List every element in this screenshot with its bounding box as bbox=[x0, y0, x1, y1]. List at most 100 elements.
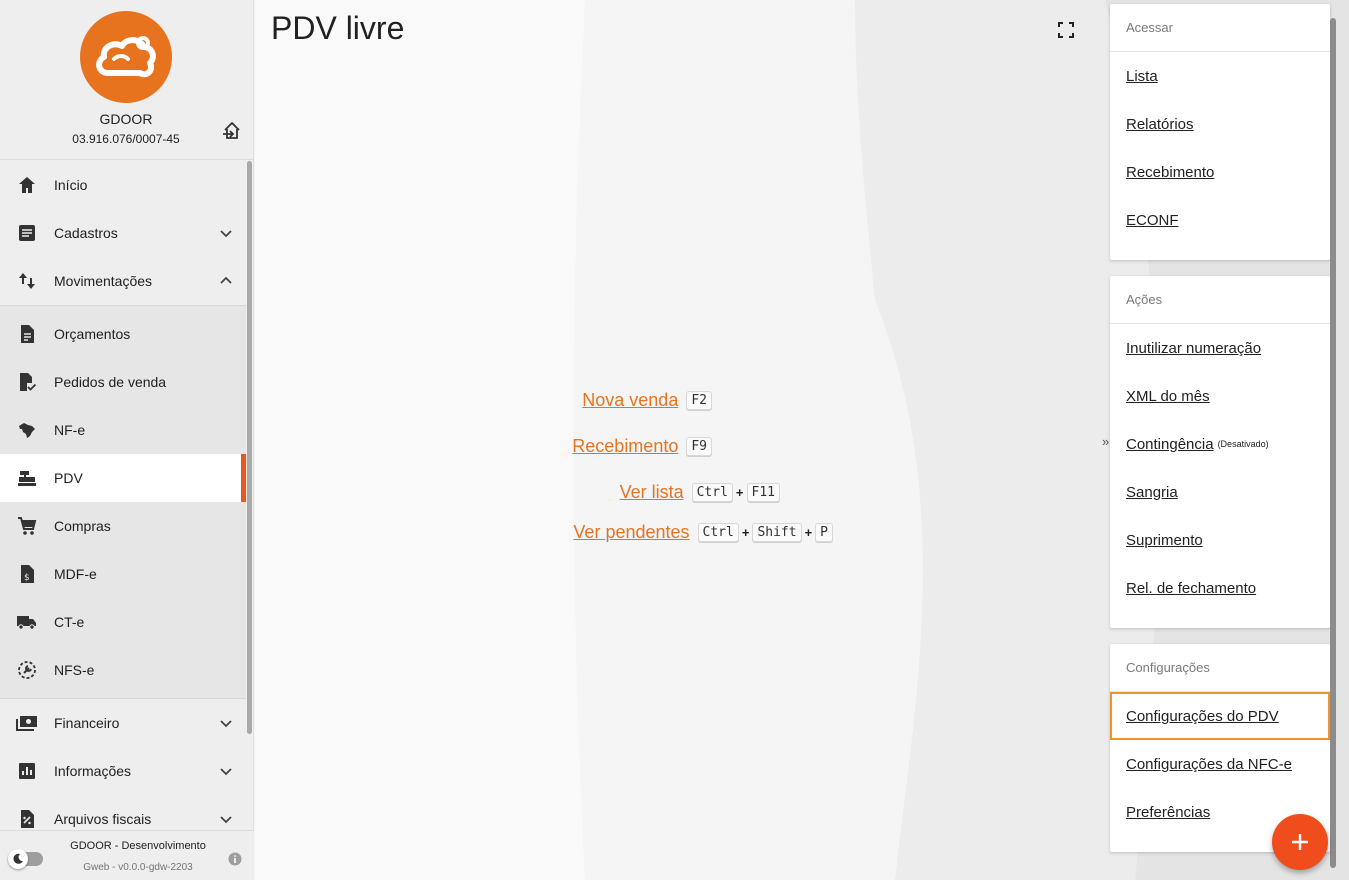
shortcut-ver-lista: Ver lista Ctrl + F11 bbox=[255, 482, 780, 503]
shortcut-nova-venda: Nova venda F2 bbox=[255, 390, 712, 411]
kbd-key: F2 bbox=[686, 391, 712, 410]
swap-vertical-icon bbox=[16, 270, 38, 292]
kbd-key: F9 bbox=[686, 437, 712, 456]
menu-item-rel-fechamento[interactable]: Rel. de fechamento bbox=[1110, 564, 1330, 612]
ver-lista-link[interactable]: Ver lista bbox=[620, 482, 684, 503]
sidebar-item-pdv[interactable]: PDV bbox=[0, 454, 246, 502]
kbd-key: P bbox=[815, 523, 833, 542]
sidebar-item-cadastros[interactable]: Cadastros bbox=[0, 209, 246, 257]
document-icon bbox=[16, 323, 38, 345]
sidebar-item-movimentacoes[interactable]: Movimentações bbox=[0, 257, 246, 305]
sidebar-item-orcamentos[interactable]: Orçamentos bbox=[0, 310, 246, 358]
brazil-map-icon bbox=[16, 419, 38, 441]
home-icon bbox=[16, 174, 38, 196]
menu-item-xml-do-mes[interactable]: XML do mês bbox=[1110, 372, 1330, 420]
sidebar-item-label: CT-e bbox=[54, 614, 85, 630]
menu-item-recebimento[interactable]: Recebimento bbox=[1110, 148, 1330, 196]
panel-header: Ações bbox=[1110, 276, 1330, 324]
sidebar-item-arquivos-fiscais[interactable]: Arquivos fiscais bbox=[0, 795, 246, 829]
menu-item-econf[interactable]: ECONF bbox=[1110, 196, 1330, 244]
fiscal-file-icon bbox=[16, 808, 38, 829]
bar-chart-icon bbox=[16, 760, 38, 782]
sidebar-item-compras[interactable]: Compras bbox=[0, 502, 246, 550]
sidebar-item-label: Início bbox=[54, 177, 88, 193]
list-box-icon bbox=[16, 222, 38, 244]
cash-icon bbox=[16, 712, 38, 734]
panel-scrollbar[interactable] bbox=[1330, 18, 1336, 868]
kbd-key: F11 bbox=[746, 483, 780, 502]
chevron-down-icon bbox=[220, 816, 232, 824]
company-name: GDOOR bbox=[99, 111, 153, 127]
switch-company-icon[interactable] bbox=[221, 120, 243, 142]
menu-item-relatorios[interactable]: Relatórios bbox=[1110, 100, 1330, 148]
plus-separator: + bbox=[804, 525, 813, 540]
nova-venda-link[interactable]: Nova venda bbox=[582, 390, 678, 411]
sidebar-item-mdfe[interactable]: $ MDF-e bbox=[0, 550, 246, 598]
sidebar-item-cte[interactable]: CT-e bbox=[0, 598, 246, 646]
menu-item-configuracoes-nfce[interactable]: Configurações da NFC-e bbox=[1110, 740, 1330, 788]
sidebar-item-label: Orçamentos bbox=[54, 326, 131, 342]
sidebar-item-pedidos-de-venda[interactable]: Pedidos de venda bbox=[0, 358, 246, 406]
menu-item-lista[interactable]: Lista bbox=[1110, 52, 1330, 100]
document-check-icon bbox=[16, 371, 38, 393]
document-dollar-icon: $ bbox=[16, 563, 38, 585]
moon-icon bbox=[8, 849, 28, 869]
sidebar-item-nfe[interactable]: NF-e bbox=[0, 406, 246, 454]
sidebar-item-financeiro[interactable]: Financeiro bbox=[0, 699, 246, 747]
sidebar-item-label: NFS-e bbox=[54, 662, 95, 678]
menu-item-suprimento[interactable]: Suprimento bbox=[1110, 516, 1330, 564]
sidebar-item-label: MDF-e bbox=[54, 566, 97, 582]
panel-header: Configurações bbox=[1110, 644, 1330, 692]
sidebar-item-label: Cadastros bbox=[54, 225, 118, 241]
collapse-panel-icon[interactable]: » bbox=[1102, 434, 1109, 449]
plus-icon bbox=[1292, 834, 1308, 850]
cash-register-icon bbox=[16, 467, 38, 489]
sidebar-nav: Início Cadastros Movimentações Orçamento… bbox=[0, 161, 246, 829]
gdoor-logo bbox=[80, 11, 172, 103]
shortcut-ver-pendentes: Ver pendentes Ctrl + Shift + P bbox=[255, 522, 833, 543]
sidebar-item-label: PDV bbox=[54, 470, 83, 486]
menu-item-contingencia[interactable]: Contingência (Desativado) bbox=[1110, 420, 1330, 468]
sidebar: GDOOR 03.916.076/0007-45 Início Cadastro… bbox=[0, 0, 254, 880]
shortcut-recebimento: Recebimento F9 bbox=[255, 436, 712, 457]
sidebar-item-label: Movimentações bbox=[54, 273, 153, 289]
environment-name: GDOOR - Desenvolvimento bbox=[70, 840, 206, 852]
kbd-key: Ctrl bbox=[697, 523, 739, 542]
add-fab-button[interactable] bbox=[1272, 814, 1328, 870]
recebimento-link[interactable]: Recebimento bbox=[572, 436, 678, 457]
app-version: Gweb - v0.0.0-gdw-2203 bbox=[83, 862, 193, 873]
panel-acessar: Acessar Lista Relatórios Recebimento ECO… bbox=[1110, 4, 1330, 260]
sidebar-item-label: NF-e bbox=[54, 422, 86, 438]
sidebar-footer: GDOOR - Desenvolvimento Gweb - v0.0.0-gd… bbox=[0, 830, 254, 880]
plus-separator: + bbox=[741, 525, 750, 540]
chevron-up-icon bbox=[220, 276, 232, 284]
fullscreen-icon[interactable] bbox=[1057, 21, 1075, 39]
sidebar-item-label: Arquivos fiscais bbox=[54, 811, 152, 827]
ver-pendentes-link[interactable]: Ver pendentes bbox=[573, 522, 689, 543]
menu-item-sangria[interactable]: Sangria bbox=[1110, 468, 1330, 516]
panel-header: Acessar bbox=[1110, 4, 1330, 52]
menu-item-configuracoes-pdv[interactable]: Configurações do PDV bbox=[1110, 692, 1330, 740]
sidebar-item-label: Pedidos de venda bbox=[54, 374, 167, 390]
sidebar-item-informacoes[interactable]: Informações bbox=[0, 747, 246, 795]
service-wrench-icon bbox=[16, 659, 38, 681]
sidebar-item-label: Financeiro bbox=[54, 715, 120, 731]
company-cnpj: 03.916.076/0007-45 bbox=[72, 132, 180, 146]
dark-mode-toggle[interactable] bbox=[8, 849, 43, 869]
cart-icon bbox=[16, 515, 38, 537]
disabled-note: (Desativado) bbox=[1217, 439, 1269, 449]
sidebar-item-nfse[interactable]: NFS-e bbox=[0, 646, 246, 694]
chevron-down-icon bbox=[220, 768, 232, 776]
page-title: PDV livre bbox=[271, 10, 405, 46]
panel-acoes: Ações Inutilizar numeração XML do mês Co… bbox=[1110, 276, 1330, 628]
sidebar-item-label: Compras bbox=[54, 518, 111, 534]
company-header: GDOOR 03.916.076/0007-45 bbox=[0, 0, 254, 160]
info-icon[interactable] bbox=[228, 852, 242, 866]
kbd-key: Shift bbox=[752, 523, 802, 542]
sidebar-scrollbar[interactable] bbox=[247, 161, 252, 734]
menu-item-inutilizar-numeracao[interactable]: Inutilizar numeração bbox=[1110, 324, 1330, 372]
kbd-key: Ctrl bbox=[691, 483, 733, 502]
chevron-down-icon bbox=[220, 720, 232, 728]
sidebar-item-inicio[interactable]: Início bbox=[0, 161, 246, 209]
chevron-down-icon bbox=[220, 230, 232, 238]
